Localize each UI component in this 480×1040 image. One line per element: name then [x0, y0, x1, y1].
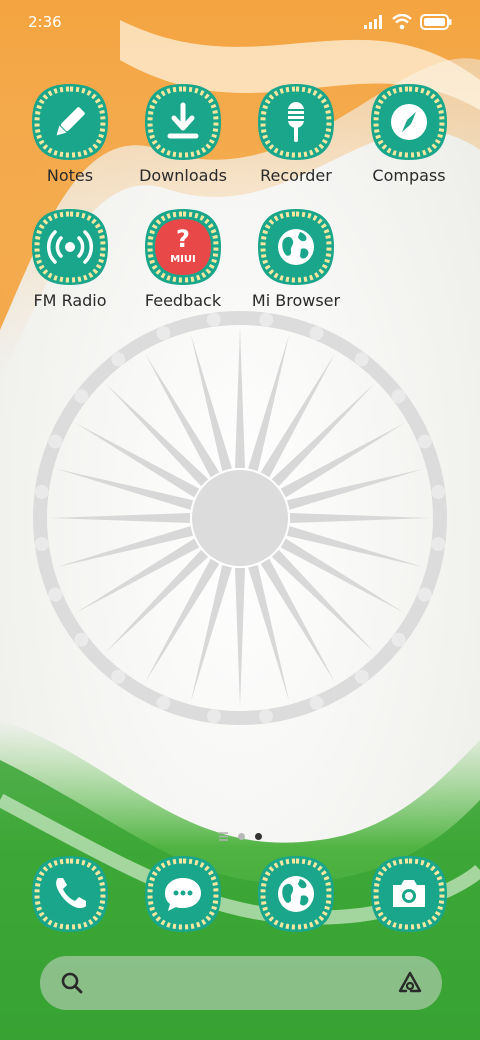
search-icon [61, 972, 83, 994]
app-label: Downloads [139, 166, 227, 185]
assistant-icon[interactable] [396, 969, 424, 997]
wifi-icon [392, 14, 412, 30]
app-compass[interactable]: Compass [353, 82, 465, 185]
radio-icon [30, 207, 110, 287]
page-indicator[interactable] [0, 826, 480, 846]
app-feedback[interactable]: ? MIUI Feedback [127, 207, 239, 310]
app-mi-browser[interactable]: Mi Browser [240, 207, 352, 310]
list-icon [218, 831, 228, 841]
app-label: Compass [372, 166, 446, 185]
app-recorder[interactable]: Recorder [240, 82, 352, 185]
microphone-icon [256, 82, 336, 162]
miui-badge: MIUI [170, 254, 196, 265]
phone-icon [30, 854, 110, 934]
app-label: Feedback [144, 291, 222, 310]
status-icons [364, 14, 452, 30]
battery-icon [420, 14, 452, 30]
camera-icon [369, 854, 449, 934]
globe-icon [256, 854, 336, 934]
notes-icon [30, 82, 110, 162]
app-label: Recorder [260, 166, 332, 185]
dock-phone[interactable] [14, 854, 126, 934]
message-icon [143, 854, 223, 934]
app-label: FM Radio [33, 291, 107, 310]
download-icon [143, 82, 223, 162]
page-dot-active [254, 832, 262, 840]
app-notes[interactable]: Notes [14, 82, 126, 185]
search-bar[interactable] [40, 956, 442, 1010]
feedback-icon: ? MIUI [143, 207, 223, 287]
app-label: Notes [46, 166, 94, 185]
app-downloads[interactable]: Downloads [127, 82, 239, 185]
signal-icon [364, 15, 382, 29]
compass-icon [369, 82, 449, 162]
dock-browser[interactable] [240, 854, 352, 934]
app-fm-radio[interactable]: FM Radio [14, 207, 126, 310]
app-label: Mi Browser [251, 291, 341, 310]
svg-text:?: ? [176, 225, 190, 253]
globe-icon [256, 207, 336, 287]
status-time: 2:36 [28, 13, 62, 31]
dock-messages[interactable] [127, 854, 239, 934]
dock-camera[interactable] [353, 854, 465, 934]
status-bar: 2:36 [0, 0, 480, 44]
page-dot [237, 832, 245, 840]
